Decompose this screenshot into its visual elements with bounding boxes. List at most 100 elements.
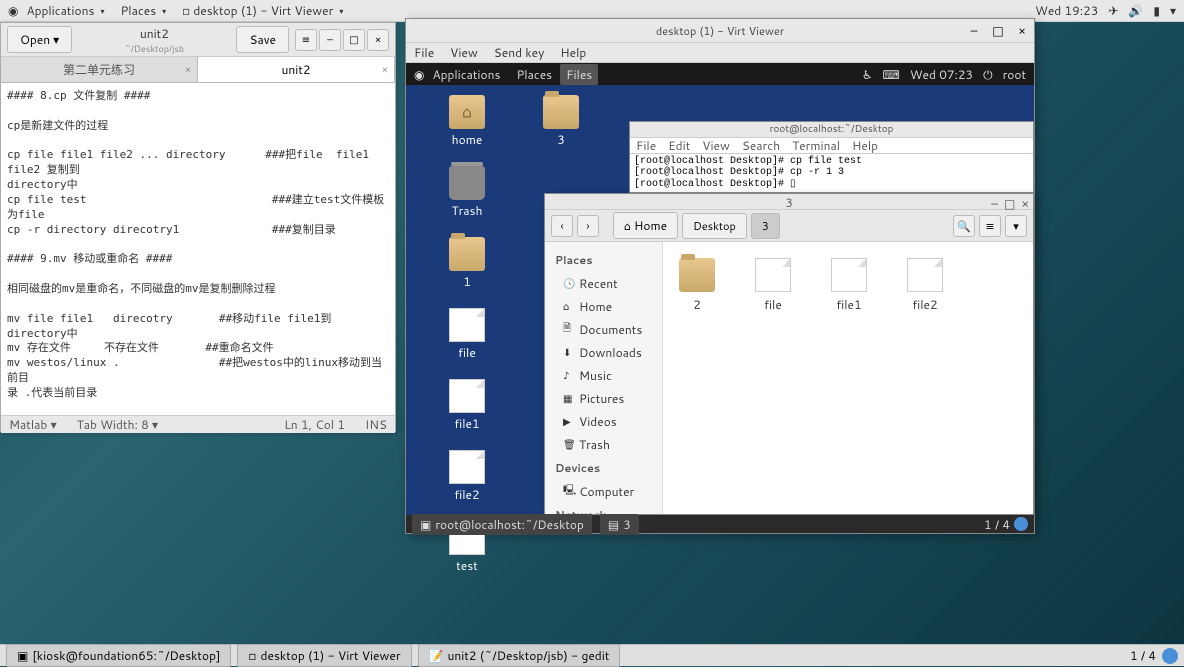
desktop-icon-file[interactable]: file <box>442 308 492 361</box>
sidebar-item-pictures[interactable]: ▦Pictures <box>545 387 662 410</box>
desktop-icon-folder-1[interactable]: 1 <box>442 237 492 290</box>
crumb-desktop[interactable]: Desktop <box>682 213 747 239</box>
vm-task-terminal[interactable]: ▣root@localhost:~/Desktop <box>412 514 592 535</box>
file-item-file[interactable]: file <box>755 258 791 313</box>
file-icon <box>831 258 867 292</box>
sidebar-section-places: Places <box>545 248 662 272</box>
tab-exercise[interactable]: 第二单元练习× <box>1 57 198 82</box>
crumb-home[interactable]: ⌂ Home <box>613 212 678 239</box>
menu-view[interactable]: View <box>450 44 478 61</box>
files-sidebar: Places 🕓Recent ⌂Home 🗎Documents ⬇Downloa… <box>545 242 663 514</box>
view-options-button[interactable]: ▾ <box>1005 215 1027 237</box>
accessibility-icon[interactable]: ♿ <box>862 66 873 83</box>
term-menu-terminal[interactable]: Terminal <box>792 137 840 154</box>
airplane-icon[interactable]: ✈ <box>1108 2 1118 19</box>
forward-button[interactable]: › <box>577 215 599 237</box>
minimize-button[interactable]: – <box>319 29 341 51</box>
editor-area[interactable]: #### 8.cp 文件复制 #### cp是新建文件的过程 cp file f… <box>1 83 395 415</box>
desktop-icon-file1[interactable]: file1 <box>442 379 492 432</box>
folder-icon <box>543 95 579 129</box>
crumb-current[interactable]: 3 <box>751 213 780 239</box>
menu-file[interactable]: File <box>414 44 434 61</box>
desktop-icon-home[interactable]: home <box>442 95 492 148</box>
file-icon <box>755 258 791 292</box>
sidebar-item-computer[interactable]: 🖳Computer <box>545 480 662 503</box>
vm-desktop: ◉ Applications Places Files ♿ ⌨ Wed 07:2… <box>406 63 1034 515</box>
term-menu-view[interactable]: View <box>702 137 730 154</box>
host-task-virt[interactable]: ▫desktop (1) - Virt Viewer <box>237 644 411 667</box>
host-places-menu[interactable]: Places <box>112 2 174 19</box>
keyboard-icon[interactable]: ⌨ <box>883 66 900 83</box>
volume-icon[interactable]: 🔊 <box>1128 2 1143 19</box>
tab-unit2[interactable]: unit2× <box>198 57 395 82</box>
file-item-folder-2[interactable]: 2 <box>679 258 715 313</box>
term-menu-search[interactable]: Search <box>742 137 780 154</box>
host-app-menu[interactable]: ▫desktop (1) - Virt Viewer <box>174 2 351 19</box>
host-applications-menu[interactable]: Applications <box>18 2 112 19</box>
minimize-button[interactable]: – <box>991 195 998 212</box>
term-menu-file[interactable]: File <box>636 137 656 154</box>
vm-task-files[interactable]: ▤3 <box>600 514 639 535</box>
menu-help[interactable]: Help <box>560 44 586 61</box>
vm-clock[interactable]: Wed 07:23 <box>910 66 973 83</box>
sidebar-item-videos[interactable]: ▶Videos <box>545 410 662 433</box>
sidebar-item-trash[interactable]: 🗑Trash <box>545 433 662 456</box>
host-clock[interactable]: Wed 19:23 <box>1035 2 1098 19</box>
vm-workspace-indicator[interactable]: 1 / 4 <box>984 516 1028 533</box>
file-item-file2[interactable]: file2 <box>907 258 943 313</box>
tab-close-icon[interactable]: × <box>382 63 388 77</box>
power-icon[interactable]: ▾ <box>1170 2 1176 19</box>
save-button[interactable]: Save <box>236 26 289 53</box>
pictures-icon: ▦ <box>563 392 575 406</box>
sidebar-item-home[interactable]: ⌂Home <box>545 295 662 318</box>
host-task-terminal[interactable]: ▣[kiosk@foundation65:~/Desktop] <box>6 644 231 667</box>
battery-icon[interactable]: ▮ <box>1153 2 1160 19</box>
desktop-icon-trash[interactable]: Trash <box>442 166 492 219</box>
host-taskbar: ▣[kiosk@foundation65:~/Desktop] ▫desktop… <box>0 644 1184 666</box>
sidebar-item-music[interactable]: ♪Music <box>545 364 662 387</box>
desktop-icon-file2[interactable]: file2 <box>442 450 492 503</box>
back-button[interactable]: ‹ <box>551 215 573 237</box>
gedit-icon: 📝 <box>429 647 444 664</box>
maximize-button[interactable]: □ <box>1004 195 1015 212</box>
terminal-body[interactable]: [root@localhost Desktop]# cp file test [… <box>630 154 1033 192</box>
host-activities-icon: ◉ <box>8 2 18 19</box>
workspace-icon[interactable] <box>1162 648 1178 664</box>
files-content[interactable]: 2 file file1 file2 <box>663 242 1033 514</box>
terminal-icon: ▣ <box>420 516 431 533</box>
sidebar-item-recent[interactable]: 🕓Recent <box>545 272 662 295</box>
open-button[interactable]: Open ▾ <box>7 26 72 53</box>
tab-close-icon[interactable]: × <box>185 63 191 77</box>
hamburger-button[interactable]: ≡ <box>295 29 317 51</box>
status-language[interactable]: Matlab ▾ <box>9 416 57 433</box>
host-task-gedit[interactable]: 📝unit2 (~/Desktop/jsb) - gedit <box>418 644 621 667</box>
vm-places-menu[interactable]: Places <box>508 66 560 83</box>
gedit-window: Open ▾ unit2 ~/Desktop/jsb Save ≡ – □ × … <box>0 22 396 432</box>
menu-sendkey[interactable]: Send key <box>494 44 545 61</box>
vm-files-button[interactable]: Files <box>560 64 598 85</box>
videos-icon: ▶ <box>563 415 575 429</box>
view-list-button[interactable]: ≡ <box>979 215 1001 237</box>
files-toolbar: ‹ › ⌂ Home Desktop 3 🔍 ≡ ▾ <box>545 210 1033 242</box>
file-item-file1[interactable]: file1 <box>831 258 867 313</box>
desktop-icon-folder-3[interactable]: 3 <box>536 95 586 148</box>
close-button[interactable]: × <box>1014 22 1030 39</box>
sidebar-item-documents[interactable]: 🗎Documents <box>545 318 662 341</box>
folder-icon <box>449 237 485 271</box>
close-button[interactable]: × <box>367 29 389 51</box>
term-menu-edit[interactable]: Edit <box>668 137 690 154</box>
term-menu-help[interactable]: Help <box>852 137 878 154</box>
vm-user[interactable]: root <box>1003 66 1026 83</box>
close-button[interactable]: × <box>1021 195 1029 212</box>
maximize-button[interactable]: □ <box>990 22 1006 39</box>
maximize-button[interactable]: □ <box>343 29 365 51</box>
status-tabwidth[interactable]: Tab Width: 8 ▾ <box>77 416 158 433</box>
vm-applications-menu[interactable]: Applications <box>424 66 508 83</box>
gedit-tabbar: 第二单元练习× unit2× <box>1 57 395 83</box>
virt-title: desktop (1) - Virt Viewer <box>656 23 784 39</box>
minimize-button[interactable]: – <box>966 22 982 39</box>
sidebar-item-downloads[interactable]: ⬇Downloads <box>545 341 662 364</box>
terminal-title: root@localhost:~/Desktop <box>630 122 1033 138</box>
search-button[interactable]: 🔍 <box>953 215 975 237</box>
power-icon[interactable]: ⏻ <box>983 66 993 83</box>
